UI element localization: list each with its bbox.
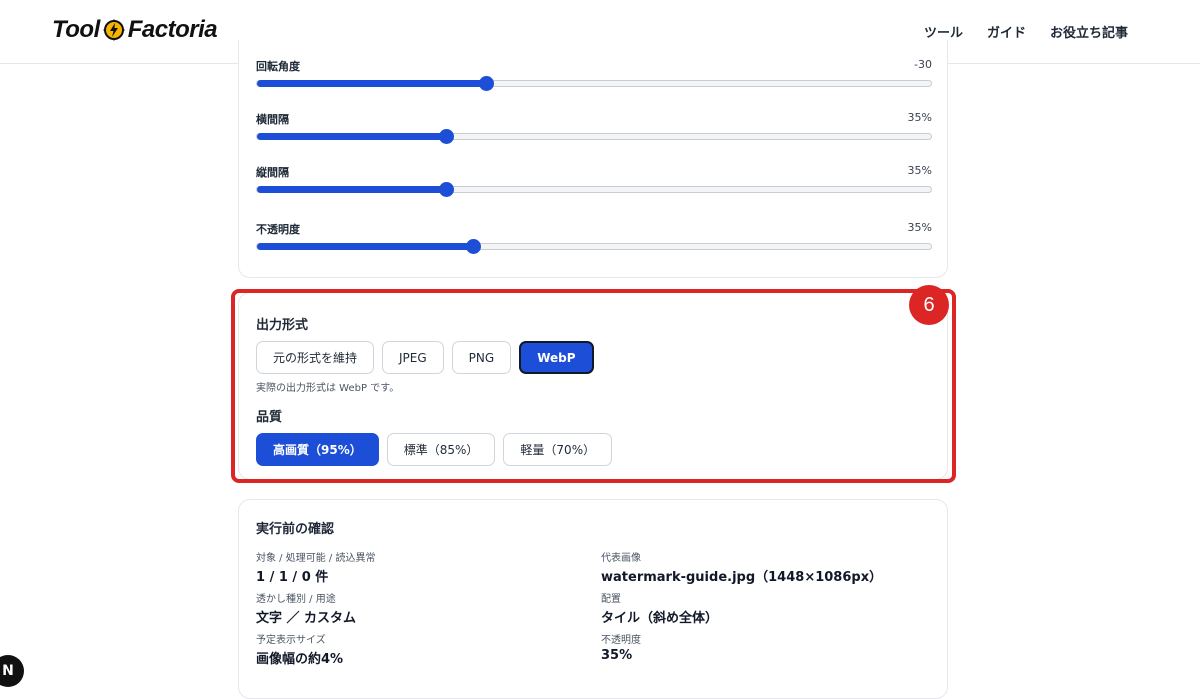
nav-guide[interactable]: ガイド — [987, 22, 1026, 41]
summary-key: 対象 / 処理可能 / 読込異常 — [256, 553, 376, 564]
slider-thumb[interactable] — [438, 182, 454, 197]
summary-value: タイル（斜め全体） — [601, 611, 719, 626]
summary-value: watermark-guide.jpg（1448×1086px） — [601, 570, 883, 585]
summary-value: 35% — [601, 648, 633, 663]
slider-value: 35% — [907, 221, 932, 234]
slider-label: 回転角度 — [256, 60, 300, 73]
slider-value: 35% — [907, 164, 932, 177]
slider-fill — [257, 80, 487, 87]
logo-text-right: Factoria — [127, 16, 218, 43]
summary-value: 文字 ／ カスタム — [256, 611, 357, 626]
vertical-spacing-slider[interactable] — [256, 182, 932, 197]
slider-label: 縦間隔 — [256, 166, 289, 179]
summary-value: 1 / 1 / 0 件 — [256, 570, 329, 585]
horizontal-spacing-slider[interactable] — [256, 129, 932, 144]
site-logo[interactable]: Tool Factoria — [52, 16, 218, 44]
slider-thumb[interactable] — [479, 76, 495, 91]
summary-item: 透かし種別 / 用途 文字 ／ カスタム — [256, 590, 356, 626]
slider-fill — [257, 133, 446, 140]
summary-item: 対象 / 処理可能 / 読込異常 1 / 1 / 0 件 — [256, 549, 375, 585]
horizontal-spacing-slider-row: 横間隔 35% — [256, 111, 932, 144]
summary-key: 不透明度 — [601, 635, 641, 646]
summary-item: 不透明度 35% — [601, 631, 641, 663]
gear-bolt-icon — [102, 18, 126, 42]
summary-value: 画像幅の約4% — [256, 652, 344, 667]
summary-item: 予定表示サイズ 画像幅の約4% — [256, 631, 343, 667]
slider-fill — [257, 186, 446, 193]
nav-tools[interactable]: ツール — [924, 22, 963, 41]
slider-label: 横間隔 — [256, 113, 289, 126]
summary-key: 配置 — [601, 594, 621, 605]
annotation-step-marker: 6 — [909, 285, 949, 325]
summary-key: 代表画像 — [601, 553, 641, 564]
summary-item: 配置 タイル（斜め全体） — [601, 590, 718, 626]
vertical-spacing-slider-row: 縦間隔 35% — [256, 164, 932, 197]
floating-n-badge[interactable]: N — [0, 655, 24, 687]
slider-thumb[interactable] — [465, 239, 481, 254]
logo-text-left: Tool — [52, 16, 100, 43]
confirmation-panel: 実行前の確認 対象 / 処理可能 / 読込異常 1 / 1 / 0 件 透かし種… — [238, 499, 948, 699]
confirmation-title: 実行前の確認 — [256, 522, 335, 537]
summary-item: 代表画像 watermark-guide.jpg（1448×1086px） — [601, 549, 882, 585]
opacity-slider-row: 不透明度 35% — [256, 221, 932, 254]
rotation-slider[interactable] — [256, 76, 932, 91]
slider-value: -30 — [914, 58, 932, 71]
nav-articles[interactable]: お役立ち記事 — [1050, 22, 1128, 41]
main-nav: ツール ガイド お役立ち記事 — [924, 22, 1128, 41]
slider-value: 35% — [907, 111, 932, 124]
slider-label: 不透明度 — [256, 223, 300, 236]
opacity-slider[interactable] — [256, 239, 932, 254]
summary-key: 透かし種別 / 用途 — [256, 594, 336, 605]
slider-fill — [257, 243, 473, 250]
adjustment-panel: 回転角度 -30 横間隔 35% 縦間隔 35% 不透明度 35% — [238, 40, 948, 278]
summary-key: 予定表示サイズ — [256, 635, 326, 646]
slider-thumb[interactable] — [438, 129, 454, 144]
annotation-highlight-box — [231, 289, 956, 483]
rotation-slider-row: 回転角度 -30 — [256, 58, 932, 91]
